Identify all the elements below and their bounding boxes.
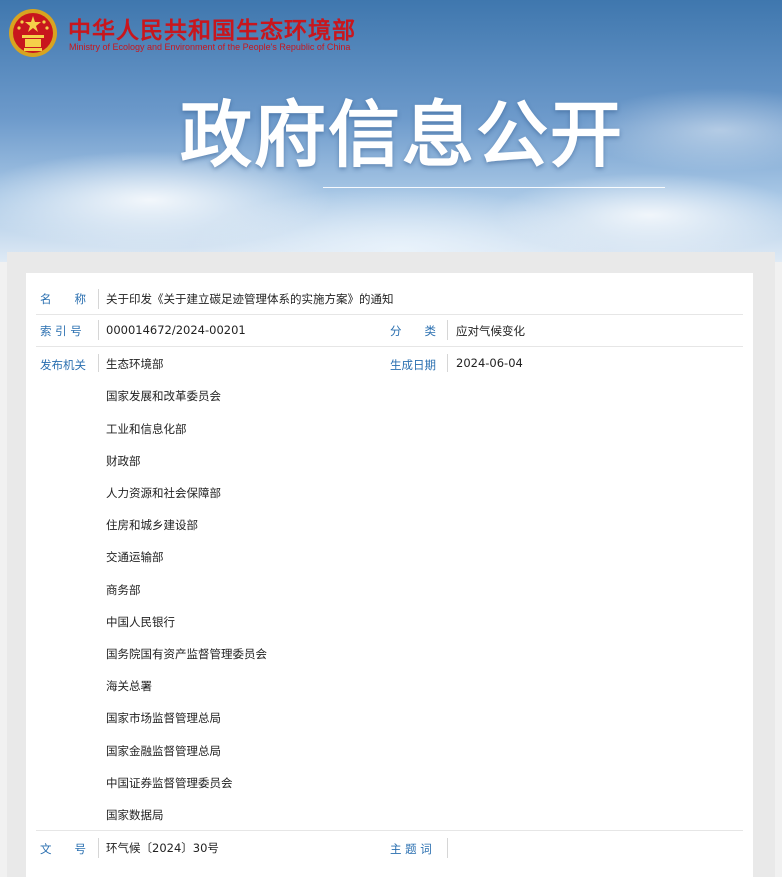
- docno-label: 文 号: [40, 842, 86, 856]
- category-value: 应对气候变化: [456, 324, 525, 338]
- publisher-item: 中国证券监督管理委员会: [106, 776, 233, 790]
- index-value: 000014672/2024-00201: [106, 323, 246, 337]
- divider: [98, 354, 99, 372]
- keywords-label: 主 题 词: [390, 842, 432, 856]
- header-banner: 中华人民共和国生态环境部 Ministry of Ecology and Env…: [0, 0, 782, 262]
- publisher-item: 财政部: [106, 454, 141, 468]
- national-emblem-icon: [9, 9, 57, 57]
- document-info-card: 名 称 关于印发《关于建立碳足迹管理体系的实施方案》的通知 索 引 号 0000…: [26, 273, 753, 877]
- publisher-item: 工业和信息化部: [106, 422, 187, 436]
- publisher-item: 国家数据局: [106, 808, 164, 822]
- publisher-item: 国务院国有资产监督管理委员会: [106, 647, 267, 661]
- divider: [447, 838, 448, 858]
- publisher-item: 生态环境部: [106, 357, 164, 371]
- date-label: 生成日期: [390, 358, 436, 372]
- row-name: 名 称 关于印发《关于建立碳足迹管理体系的实施方案》的通知: [36, 283, 743, 315]
- date-value: 2024-06-04: [456, 356, 523, 370]
- publisher-item: 国家市场监督管理总局: [106, 711, 221, 725]
- name-value: 关于印发《关于建立碳足迹管理体系的实施方案》的通知: [106, 292, 394, 306]
- publisher-item: 海关总署: [106, 679, 152, 693]
- ministry-name-en: Ministry of Ecology and Environment of t…: [69, 42, 351, 52]
- publisher-item: 交通运输部: [106, 550, 164, 564]
- publisher-item: 国家金融监督管理总局: [106, 744, 221, 758]
- title-underline: [323, 187, 665, 188]
- divider: [447, 354, 448, 372]
- category-label: 分 类: [390, 324, 436, 338]
- divider: [447, 320, 448, 340]
- page-title: 政府信息公开: [180, 93, 625, 177]
- name-label: 名 称: [40, 292, 86, 306]
- divider: [98, 320, 99, 340]
- ministry-name-cn: 中华人民共和国生态环境部: [68, 18, 356, 44]
- index-label: 索 引 号: [40, 324, 82, 338]
- publisher-item: 商务部: [106, 583, 141, 597]
- row-index: 索 引 号 000014672/2024-00201 分 类 应对气候变化: [36, 314, 743, 347]
- publisher-item: 住房和城乡建设部: [106, 518, 198, 532]
- row-docno: 文 号 环气候〔2024〕30号 主 题 词: [36, 830, 743, 864]
- publisher-label: 发布机关: [40, 358, 86, 372]
- publisher-item: 中国人民银行: [106, 615, 175, 629]
- publisher-item: 国家发展和改革委员会: [106, 389, 221, 403]
- divider: [98, 289, 99, 309]
- publisher-item: 人力资源和社会保障部: [106, 486, 221, 500]
- docno-value: 环气候〔2024〕30号: [106, 841, 219, 855]
- divider: [98, 838, 99, 858]
